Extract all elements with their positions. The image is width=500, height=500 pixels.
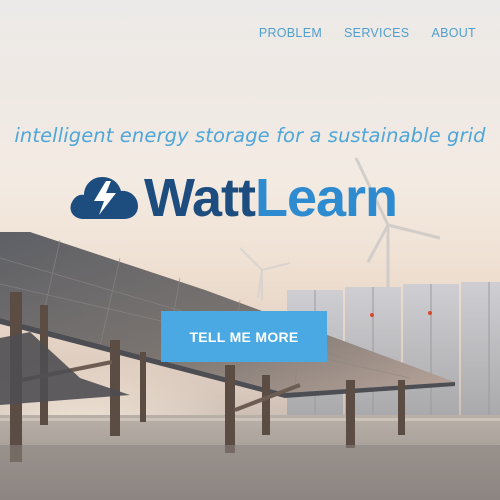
nav-services-link[interactable]: SERVICES (344, 26, 409, 40)
brand-part-watt: Watt (144, 168, 256, 228)
wattlearn-logo: WattLearn (66, 165, 398, 231)
top-nav: PROBLEM SERVICES ABOUT (259, 26, 476, 40)
nav-problem-link[interactable]: PROBLEM (259, 26, 322, 40)
tell-me-more-button[interactable]: TELL ME MORE (161, 311, 327, 362)
hero-background-image (0, 157, 500, 500)
brand-wordmark: WattLearn (144, 168, 398, 228)
brand-part-learn: Learn (254, 168, 398, 228)
hero-tagline: intelligent energy storage for a sustain… (14, 124, 486, 147)
nav-about-link[interactable]: ABOUT (431, 26, 476, 40)
cloud-lightning-logo-icon (70, 177, 138, 219)
hero-section: PROBLEM SERVICES ABOUT intelligent energ… (0, 0, 500, 500)
